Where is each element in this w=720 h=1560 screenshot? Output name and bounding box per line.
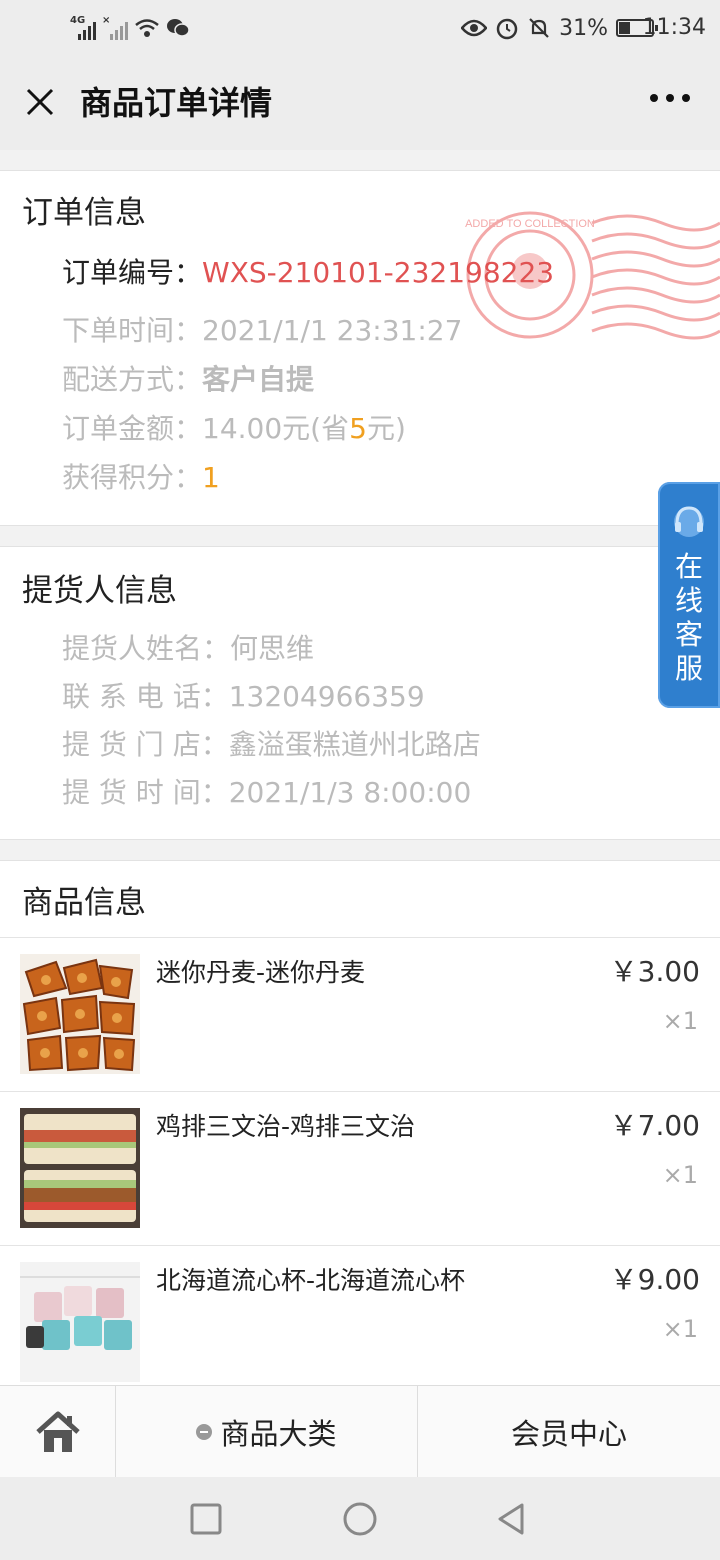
pickup-phone-row: 联 系 电 话：13204966359 bbox=[62, 677, 425, 717]
product-item[interactable]: 鸡排三文治-鸡排三文治 ￥7.00 ×1 bbox=[0, 1091, 720, 1245]
close-icon[interactable] bbox=[18, 80, 62, 124]
order-no-value: WXS-210101-232198223 bbox=[202, 256, 555, 289]
header: 商品订单详情 bbox=[0, 56, 720, 150]
stamp-text: ADDED TO COLLECTION bbox=[465, 218, 595, 230]
tab-home[interactable] bbox=[0, 1386, 116, 1477]
page-content[interactable]: ADDED TO COLLECTION 订单信息 订单编号：WXS-210101… bbox=[0, 150, 720, 1385]
tab-member-label: 会员中心 bbox=[510, 1416, 627, 1451]
tab-category-label: 商品大类 bbox=[220, 1416, 337, 1451]
pickup-info-card: 提货人信息 提货人姓名：何思维 联 系 电 话：13204966359 提 货 … bbox=[0, 546, 720, 840]
delivery-label: 配送方式： bbox=[62, 363, 203, 396]
points-row: 获得积分：1 bbox=[62, 458, 220, 498]
battery-percent: 31% bbox=[559, 15, 608, 41]
pickup-time-row: 提 货 时 间：2021/1/3 8:00:00 bbox=[62, 773, 471, 813]
signal-icon-1: 4G bbox=[70, 16, 96, 40]
tab-category[interactable]: 商品大类 bbox=[116, 1386, 418, 1477]
delivery-value: 客户自提 bbox=[202, 363, 315, 396]
bottom-tabbar: 商品大类 会员中心 bbox=[0, 1385, 720, 1477]
wifi-icon bbox=[135, 19, 159, 37]
pickup-name-row: 提货人姓名：何思维 bbox=[62, 629, 314, 669]
product-item[interactable]: 迷你丹麦-迷你丹麦 ￥3.00 ×1 bbox=[0, 937, 720, 1091]
pickup-phone-label: 联 系 电 话： bbox=[62, 680, 229, 713]
sandwich-image bbox=[20, 1108, 140, 1228]
status-left: 4G × bbox=[70, 14, 190, 42]
pickup-time-value: 2021/1/3 8:00:00 bbox=[228, 776, 472, 809]
product-info-card: 商品信息 迷你丹麦-迷你丹麦 ￥3.00 ×1 鸡排三文治-鸡排三文治 ￥7.0… bbox=[0, 860, 720, 1385]
product-name: 鸡排三文治-鸡排三文治 bbox=[156, 1112, 416, 1141]
home-circle-icon[interactable] bbox=[340, 1499, 380, 1539]
eye-icon bbox=[461, 19, 488, 37]
mute-bell-icon bbox=[529, 18, 549, 38]
points-label: 获得积分： bbox=[62, 461, 203, 494]
amount-label: 订单金额： bbox=[62, 412, 203, 445]
order-time-row: 下单时间：2021/1/1 23:31:27 bbox=[62, 311, 462, 351]
alarm-icon bbox=[496, 18, 518, 40]
status-right: 31% bbox=[461, 14, 658, 42]
pickup-store-row: 提 货 门 店：鑫溢蛋糕道州北路店 bbox=[62, 725, 481, 765]
product-price: ￥3.00 bbox=[609, 955, 700, 988]
online-service-label: 在 线 客 服 bbox=[674, 550, 703, 685]
online-service-button[interactable]: 在 线 客 服 bbox=[658, 482, 720, 708]
home-icon bbox=[35, 1411, 80, 1452]
pickup-info-title: 提货人信息 bbox=[22, 573, 177, 609]
status-bar: 4G × 31% 11:34 bbox=[0, 0, 720, 56]
amount-suffix: 元) bbox=[366, 412, 406, 445]
delivery-row: 配送方式：客户自提 bbox=[62, 360, 314, 400]
back-triangle-icon[interactable] bbox=[492, 1499, 532, 1539]
product-item[interactable]: 北海道流心杯-北海道流心杯 ￥9.00 ×1 bbox=[0, 1245, 720, 1385]
pickup-store-value: 鑫溢蛋糕道州北路店 bbox=[228, 728, 481, 761]
page-title: 商品订单详情 bbox=[80, 84, 273, 122]
order-time-value: 2021/1/1 23:31:27 bbox=[202, 314, 463, 347]
product-info-title: 商品信息 bbox=[22, 885, 146, 921]
pickup-name-label: 提货人姓名： bbox=[62, 632, 231, 665]
order-no-row: 订单编号：WXS-210101-232198223 bbox=[62, 253, 554, 293]
tab-member-center[interactable]: 会员中心 bbox=[418, 1386, 720, 1477]
cup-cake-image bbox=[20, 1262, 140, 1382]
system-nav-bar bbox=[0, 1477, 720, 1560]
product-qty: ×1 bbox=[662, 1007, 698, 1035]
product-qty: ×1 bbox=[662, 1161, 698, 1189]
signal-icon-2: × bbox=[102, 16, 128, 40]
amount-row: 订单金额：14.00元(省5元) bbox=[62, 409, 406, 449]
product-name: 北海道流心杯-北海道流心杯 bbox=[156, 1266, 466, 1295]
order-info-title: 订单信息 bbox=[22, 195, 146, 231]
order-time-label: 下单时间： bbox=[62, 314, 203, 347]
pickup-store-label: 提 货 门 店： bbox=[62, 728, 229, 761]
pickup-phone-value: 13204966359 bbox=[228, 680, 425, 713]
amount-saved: 5 bbox=[349, 412, 367, 445]
pickup-name-value: 何思维 bbox=[230, 632, 315, 665]
points-value: 1 bbox=[202, 461, 220, 494]
product-name: 迷你丹麦-迷你丹麦 bbox=[156, 958, 366, 987]
status-time: 11:34 bbox=[642, 15, 706, 40]
more-options-icon[interactable] bbox=[650, 94, 690, 102]
pickup-time-label: 提 货 时 间： bbox=[62, 776, 229, 809]
product-price: ￥9.00 bbox=[609, 1263, 700, 1296]
headset-icon bbox=[674, 506, 704, 537]
amount-prefix: 14.00元(省 bbox=[202, 412, 350, 445]
order-info-card: ADDED TO COLLECTION 订单信息 订单编号：WXS-210101… bbox=[0, 170, 720, 526]
danish-pastry-image bbox=[20, 954, 140, 1074]
category-dot-icon bbox=[196, 1423, 213, 1440]
product-price: ￥7.00 bbox=[609, 1109, 700, 1142]
product-qty: ×1 bbox=[662, 1315, 698, 1343]
order-no-label: 订单编号： bbox=[62, 256, 203, 289]
recent-apps-icon[interactable] bbox=[186, 1499, 226, 1539]
wechat-icon bbox=[167, 19, 190, 37]
